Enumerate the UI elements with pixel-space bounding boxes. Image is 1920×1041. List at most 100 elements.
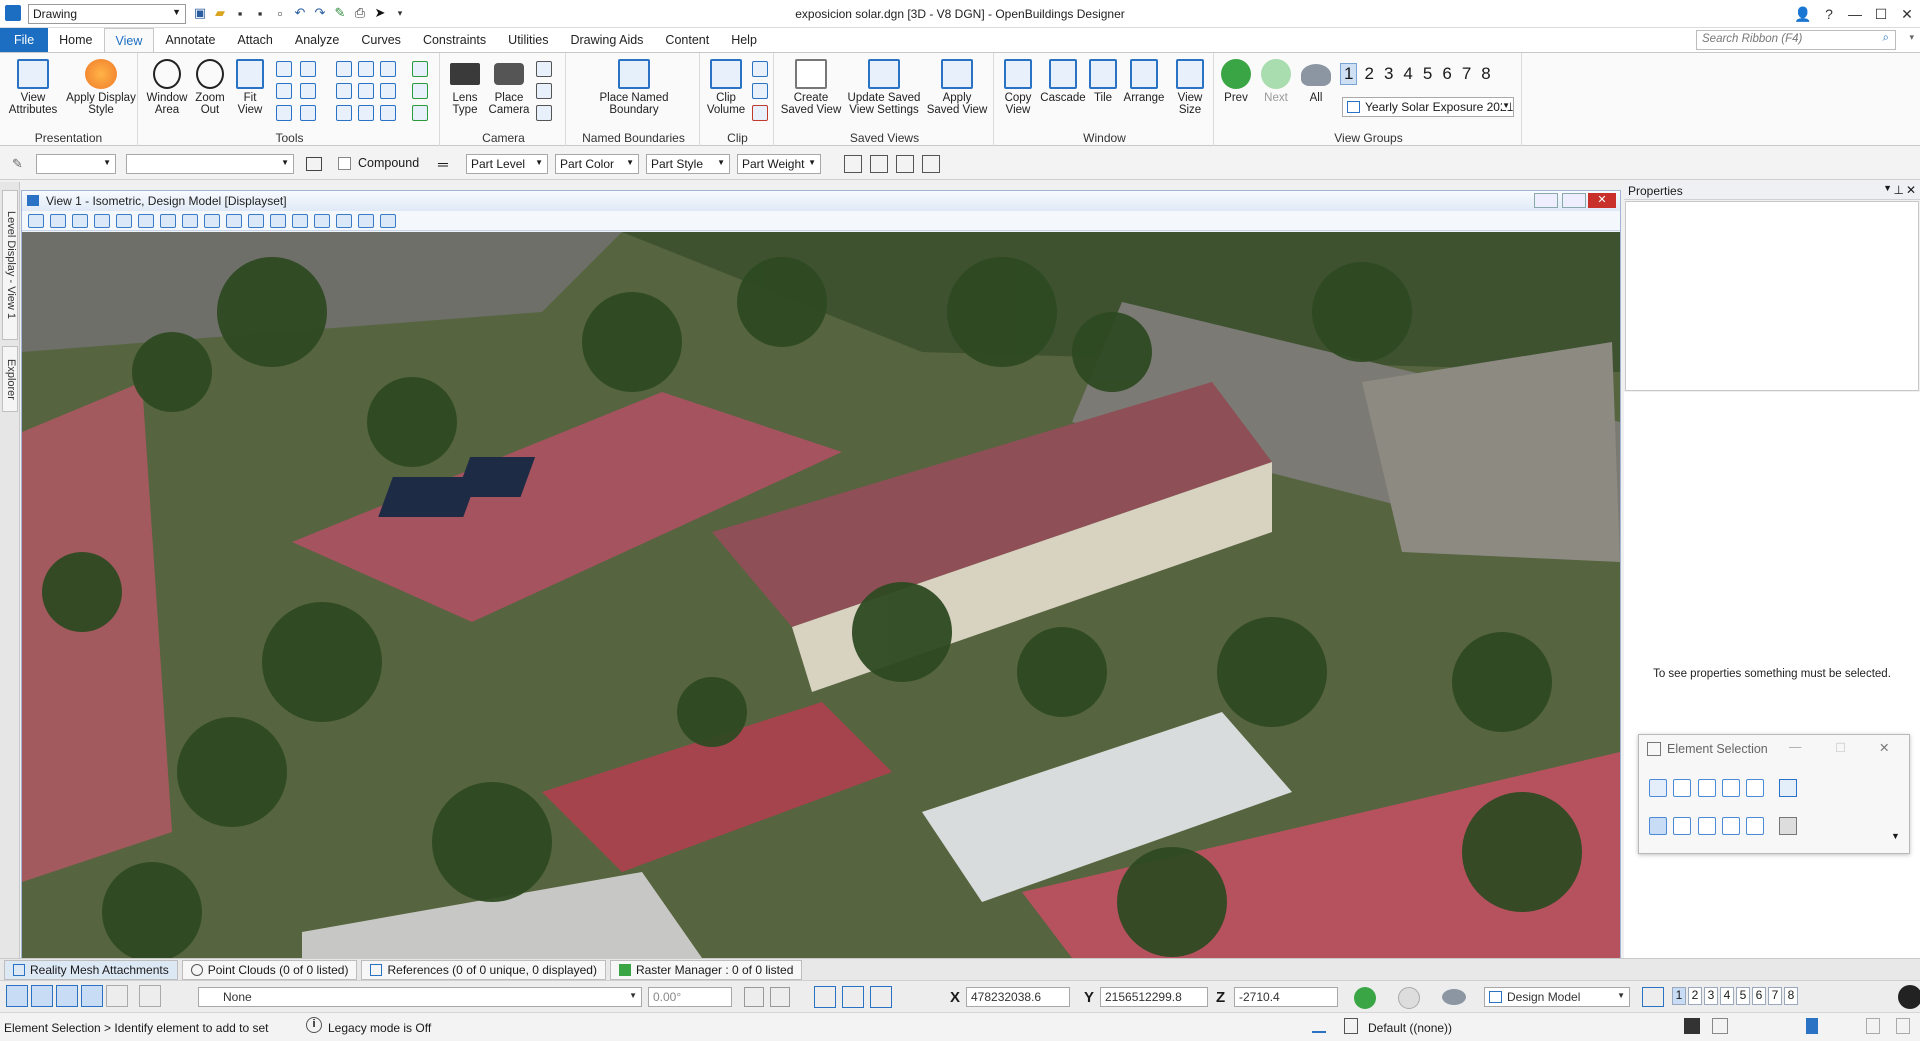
message-icon[interactable]: [1896, 1018, 1910, 1034]
camera-settings-icon[interactable]: [536, 83, 552, 99]
camera-icon[interactable]: [380, 213, 396, 228]
part-style-dropdown[interactable]: Part Style ▼: [646, 154, 730, 174]
lock-style-icon[interactable]: [896, 155, 914, 173]
clip-clear-icon[interactable]: [752, 105, 768, 121]
database-icon[interactable]: [139, 985, 161, 1007]
lock-icon[interactable]: [744, 987, 764, 1007]
view-restore-icon[interactable]: [1562, 193, 1586, 208]
active-level-dropdown[interactable]: None ▼: [198, 987, 642, 1007]
fly-icon[interactable]: [412, 83, 428, 99]
reality-mesh-tab[interactable]: Reality Mesh Attachments: [4, 960, 178, 980]
look-icon[interactable]: [412, 105, 428, 121]
camera-target-icon[interactable]: [536, 61, 552, 77]
view-bottom-icon[interactable]: [358, 61, 374, 77]
part-weight-dropdown[interactable]: Part Weight ▼: [737, 154, 821, 174]
cube-icon[interactable]: [380, 61, 396, 77]
help-icon[interactable]: ?: [1816, 6, 1842, 22]
z-coordinate-input[interactable]: -2710.4: [1234, 987, 1338, 1007]
select-invert-icon[interactable]: [1722, 817, 1741, 835]
view-left-icon[interactable]: [336, 105, 352, 121]
all-views-icon[interactable]: [1442, 989, 1466, 1005]
view-5-button[interactable]: 5: [1420, 64, 1435, 84]
create-saved-view-button[interactable]: Create Saved View: [780, 59, 842, 116]
rotate-view-icon[interactable]: [204, 213, 220, 228]
snap-midpoint-icon[interactable]: [81, 985, 103, 1007]
tab-drawing-aids[interactable]: Drawing Aids: [559, 28, 654, 52]
copy-view-button[interactable]: Copy View: [998, 59, 1038, 116]
explorer-tab[interactable]: Explorer: [2, 346, 18, 412]
previous-view-icon[interactable]: [1354, 987, 1376, 1009]
camera-record-icon[interactable]: [536, 105, 552, 121]
snap-center-icon[interactable]: [106, 985, 128, 1007]
walk-icon[interactable]: [248, 213, 264, 228]
clip-mask-icon[interactable]: [752, 61, 768, 77]
search-ribbon-input[interactable]: Search Ribbon (F4) ⌕: [1696, 30, 1896, 50]
status-view-4-button[interactable]: 4: [1720, 987, 1734, 1005]
tab-constraints[interactable]: Constraints: [412, 28, 497, 52]
view-4-button[interactable]: 4: [1400, 64, 1415, 84]
reality-mesh-viewport[interactable]: [22, 232, 1620, 958]
tab-content[interactable]: Content: [654, 28, 720, 52]
line-weight-icon[interactable]: ═: [438, 156, 448, 172]
element-template-icon[interactable]: [306, 157, 322, 171]
view-groups-icon[interactable]: [1642, 987, 1664, 1007]
tab-utilities[interactable]: Utilities: [497, 28, 559, 52]
place-camera-button[interactable]: Place Camera: [488, 59, 530, 116]
view-size-button[interactable]: View Size: [1170, 59, 1210, 116]
close-icon[interactable]: ✕: [1906, 183, 1916, 197]
clip-volume-button[interactable]: Clip Volume: [704, 59, 748, 116]
level-display-tab[interactable]: Level Display - View 1: [2, 190, 18, 340]
status-view-6-button[interactable]: 6: [1752, 987, 1766, 1005]
zoom-in-icon[interactable]: [116, 213, 132, 228]
view-group-dropdown[interactable]: Yearly Solar Exposure 2021 ▼: [1342, 97, 1514, 117]
power-selector-icon[interactable]: [31, 985, 53, 1007]
view-attributes-button[interactable]: View Attributes: [6, 59, 60, 116]
fit-view-button[interactable]: Fit View: [232, 59, 268, 116]
lock-level-icon[interactable]: [844, 155, 862, 173]
zoom-out-icon[interactable]: [138, 213, 154, 228]
model-dropdown[interactable]: Design Model ▼: [1484, 987, 1630, 1007]
apply-display-style-button[interactable]: Apply Display Style: [66, 59, 136, 116]
view-2-button[interactable]: 2: [1361, 64, 1376, 84]
chevron-down-icon[interactable]: ▼: [1891, 831, 1900, 841]
info-icon[interactable]: i: [306, 1017, 322, 1033]
point-clouds-tab[interactable]: Point Clouds (0 of 0 listed): [181, 960, 358, 980]
cascade-button[interactable]: Cascade: [1040, 59, 1086, 104]
view-7-button[interactable]: 7: [1459, 64, 1474, 84]
view-1-button[interactable]: 1: [1340, 63, 1358, 85]
status-view-2-button[interactable]: 2: [1688, 987, 1702, 1005]
view-attributes-icon[interactable]: [28, 213, 44, 228]
minimize-icon[interactable]: —: [1789, 740, 1802, 754]
clear-selection-icon[interactable]: [1779, 779, 1797, 797]
view-top-icon[interactable]: [300, 61, 316, 77]
view-minimize-icon[interactable]: [1534, 193, 1558, 208]
save-status-icon[interactable]: [1684, 1018, 1700, 1034]
angle-input[interactable]: 0.00°: [648, 987, 732, 1007]
walk-icon[interactable]: [412, 61, 428, 77]
view-next-icon[interactable]: [358, 105, 374, 121]
select-by-attributes-icon[interactable]: [1779, 817, 1797, 835]
minimize-icon[interactable]: —: [1842, 6, 1868, 22]
snap-keypoint-icon[interactable]: [56, 985, 78, 1007]
all-button[interactable]: All: [1296, 59, 1336, 104]
cube-right-icon[interactable]: [380, 105, 396, 121]
view-previous-icon[interactable]: [270, 213, 286, 228]
apply-saved-view-button[interactable]: Apply Saved View: [926, 59, 988, 116]
pan-icon[interactable]: [226, 213, 242, 228]
tab-file[interactable]: File: [0, 28, 49, 52]
pencil-icon[interactable]: ✎: [12, 156, 23, 172]
clipboard-icon[interactable]: [1866, 1018, 1880, 1034]
tab-attach[interactable]: Attach: [226, 28, 283, 52]
chevron-down-icon[interactable]: ▼: [1883, 183, 1892, 193]
clip-volume-icon[interactable]: [336, 213, 352, 228]
element-selection-tool-icon[interactable]: [6, 985, 28, 1007]
select-individual-icon[interactable]: [1649, 779, 1667, 797]
close-icon[interactable]: ✕: [1894, 6, 1920, 23]
raster-manager-tab[interactable]: Raster Manager : 0 of 0 listed: [609, 960, 803, 980]
view-close-icon[interactable]: ✕: [1588, 193, 1616, 208]
status-view-3-button[interactable]: 3: [1704, 987, 1718, 1005]
compound-checkbox[interactable]: [338, 157, 351, 170]
tab-annotate[interactable]: Annotate: [154, 28, 226, 52]
view-back-icon[interactable]: [336, 83, 352, 99]
select-subtract-icon[interactable]: [1697, 817, 1716, 835]
